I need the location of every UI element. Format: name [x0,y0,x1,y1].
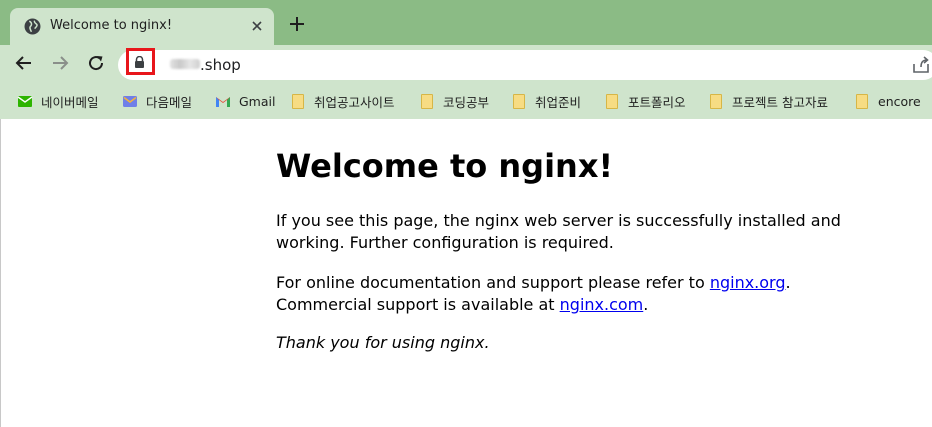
folder-icon [419,93,435,109]
bookmark-folder-jobs[interactable]: 취업공고사이트 [290,91,395,111]
commercial-period: . [643,295,649,314]
intro-line-1: If you see this page, the nginx web serv… [276,211,841,230]
bookmarks-bar: 네이버메일 다음메일 Gmail 취업공고사이트 코딩공부 취업준비 포트폴리오… [0,84,932,119]
thanks-text: Thank you for using nginx. [276,333,490,352]
tab-active[interactable]: Welcome to nginx! [10,8,274,45]
new-tab-icon[interactable] [289,16,305,32]
bookmark-folder-project-refs[interactable]: 프로젝트 참고자료 [708,91,828,111]
gmail-icon [216,97,230,107]
tab-strip: Welcome to nginx! [0,0,932,45]
url-text[interactable]: .shop [200,56,241,74]
close-icon[interactable] [250,19,264,33]
docs-text: For online documentation and support ple… [276,273,710,292]
lock-icon [135,56,144,68]
support-paragraph: For online documentation and support ple… [276,272,791,316]
page-title: Welcome to nginx! [276,147,614,185]
nginx-com-link[interactable]: nginx.com [560,295,644,314]
folder-icon [290,93,306,109]
docs-period: . [785,273,791,292]
nginx-org-link[interactable]: nginx.org [710,273,786,292]
share-icon[interactable] [912,56,930,74]
bookmark-label: 취업준비 [535,94,582,110]
bookmark-naver-mail[interactable]: 네이버메일 [17,91,99,111]
daum-mail-icon [123,96,137,107]
bookmark-gmail[interactable]: Gmail [215,91,275,111]
page-content: Welcome to nginx! If you see this page, … [276,146,846,352]
redacted-hostname [170,59,200,69]
folder-icon [854,93,870,109]
bookmark-folder-encore[interactable]: encore [854,91,921,111]
intro-line-2: working. Further configuration is requir… [276,233,614,252]
bookmark-folder-coding[interactable]: 코딩공부 [419,91,489,111]
folder-icon [511,93,527,109]
bookmark-label: 네이버메일 [41,94,99,110]
naver-mail-icon [17,96,33,107]
bookmark-label: 포트폴리오 [628,94,686,110]
globe-icon [24,18,41,35]
bookmark-label: 취업공고사이트 [314,94,395,110]
reload-icon[interactable] [86,53,106,73]
bookmark-label: 코딩공부 [443,94,490,110]
bookmark-daum-mail[interactable]: 다음메일 [122,91,192,111]
folder-icon [604,93,620,109]
bookmark-label: 프로젝트 참고자료 [732,94,828,110]
folder-icon [708,93,724,109]
bookmark-label: Gmail [239,93,276,109]
bookmark-folder-portfolio[interactable]: 포트폴리오 [604,91,686,111]
back-icon[interactable] [14,53,34,73]
forward-icon[interactable] [50,53,70,73]
intro-paragraph: If you see this page, the nginx web serv… [276,210,841,254]
page-edge [0,119,1,427]
commercial-text: Commercial support is available at [276,295,560,314]
tab-title: Welcome to nginx! [50,18,173,33]
bookmark-folder-job-prep[interactable]: 취업준비 [511,91,581,111]
bookmark-label: 다음메일 [146,94,193,110]
bookmark-label: encore [878,93,921,109]
site-info-highlight[interactable] [126,48,155,75]
